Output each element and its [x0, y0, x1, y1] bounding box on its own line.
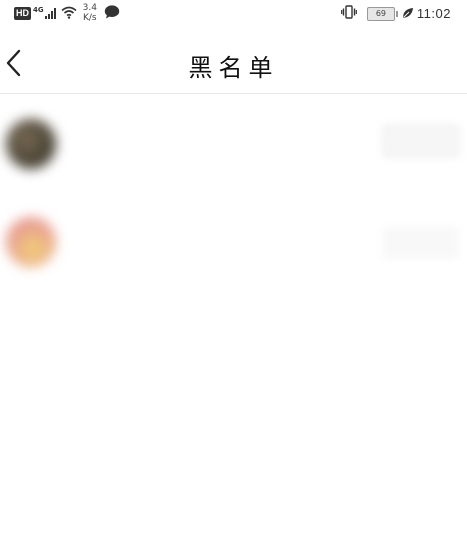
- hd-badge: HD: [14, 6, 31, 20]
- signal-icon: [44, 7, 57, 19]
- blocked-users-list: [0, 95, 467, 299]
- battery-level: 69: [375, 8, 387, 18]
- battery-icon: 69: [366, 6, 398, 21]
- remove-from-blacklist-button[interactable]: [383, 227, 459, 259]
- list-item[interactable]: [0, 95, 467, 197]
- page-title: 黑名单: [188, 54, 279, 82]
- leaf-icon: [402, 4, 414, 23]
- wifi-icon: [61, 4, 77, 23]
- network-speed: 3.4 K/s: [83, 3, 97, 23]
- network-speed-value: 3.4: [82, 3, 97, 13]
- network-type-label: 4G: [33, 5, 44, 14]
- remove-from-blacklist-button[interactable]: [383, 125, 459, 157]
- list-item[interactable]: [0, 197, 467, 299]
- avatar: [6, 119, 56, 169]
- clock: 11:02: [416, 6, 451, 21]
- status-bar: HD 4G 3.4 K/s 69 11:02: [0, 0, 467, 26]
- status-bar-left: HD 4G 3.4 K/s: [14, 3, 120, 23]
- chat-bubble-icon: [104, 4, 120, 23]
- navigation-header: 黑名单: [0, 32, 467, 94]
- status-bar-right: 69 11:02: [341, 4, 451, 23]
- vibrate-icon: [341, 4, 357, 23]
- network-speed-unit: K/s: [82, 13, 97, 23]
- avatar: [6, 217, 56, 267]
